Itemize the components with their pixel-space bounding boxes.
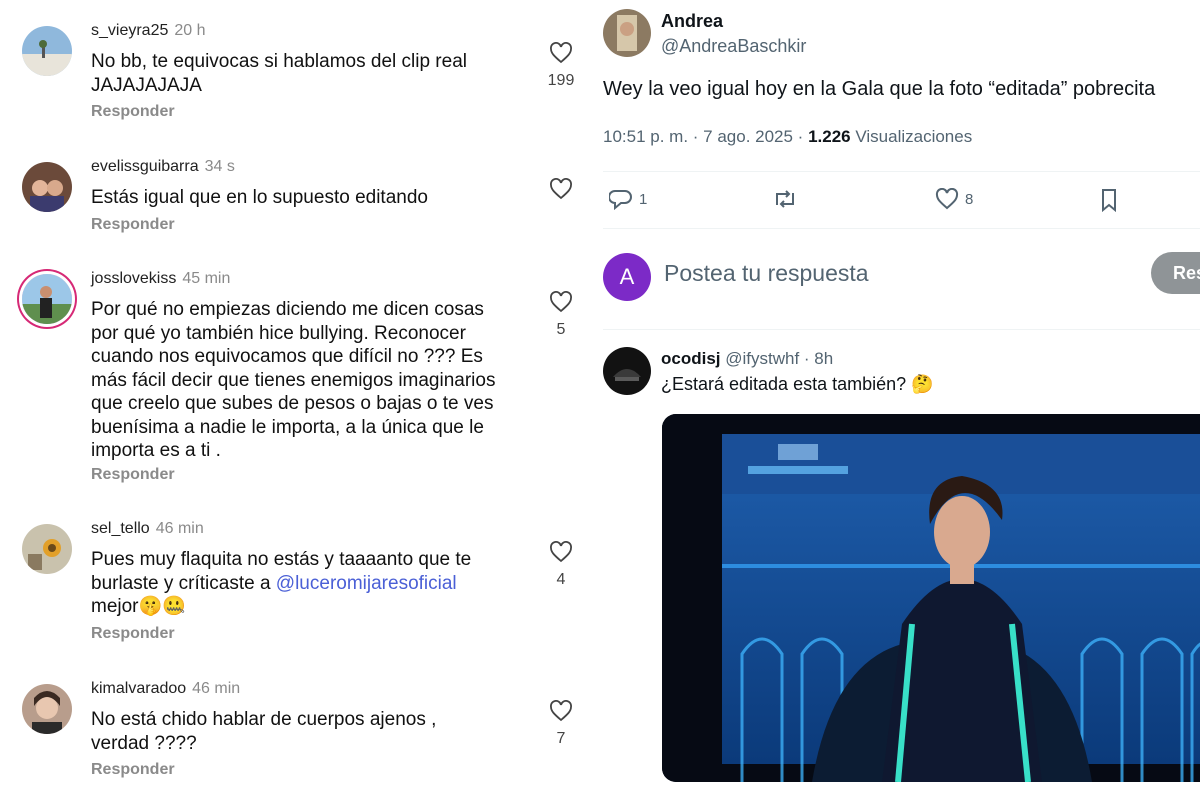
comment-username[interactable]: s_vieyra25: [91, 22, 168, 39]
compose-avatar: A: [603, 253, 651, 301]
comment-line: cuando nos equivocamos que difícil no ??…: [91, 346, 483, 367]
comment-username[interactable]: evelissguibarra: [91, 158, 199, 175]
comment-line-text: burlaste y críticaste a: [91, 572, 276, 594]
reply-input[interactable]: Postea tu respuesta: [664, 260, 869, 287]
reply-button[interactable]: Responder: [91, 625, 175, 643]
like-count: 8: [965, 190, 974, 208]
comment-line: Pues muy flaquita no estás y taaaanto qu…: [91, 549, 472, 570]
comment-text: Por qué no empiezas diciendo me dicen co…: [91, 298, 531, 463]
comment-line: No está chido hablar de cuerpos ajenos ,: [91, 709, 437, 730]
reply-media-image[interactable]: [662, 414, 1200, 782]
comment-line: verdad ????: [91, 732, 197, 754]
comment-line: buenísima a nadie le importa, a la única…: [91, 416, 484, 438]
comment-line: No bb, te equivocas si hablamos del clip…: [91, 51, 467, 72]
comment-time: 46 min: [192, 680, 241, 697]
reply-button[interactable]: Responder: [91, 103, 175, 121]
avatar[interactable]: [22, 274, 72, 324]
heart-icon: [935, 188, 959, 210]
tweet-time[interactable]: 10:51 p. m. · 7 ago. 2025 ·: [603, 127, 808, 146]
retweet-icon: [776, 190, 794, 208]
comment-line: Estás igual que en lo supuesto editando: [91, 187, 428, 208]
avatar[interactable]: [603, 9, 651, 57]
avatar[interactable]: [22, 524, 72, 574]
reply-submit-button[interactable]: Res: [1151, 252, 1200, 294]
comment-line: importa es a ti .: [91, 440, 221, 461]
divider: [603, 171, 1200, 172]
comment-text: No está chido hablar de cuerpos ajenos ,…: [91, 708, 531, 755]
comment-line: mejor🤫🤐: [91, 596, 186, 617]
comment-username[interactable]: sel_tello: [91, 520, 150, 537]
reply-action[interactable]: 1: [609, 188, 647, 210]
comment-text: Estás igual que en lo supuesto editando: [91, 186, 531, 210]
like-count: 199: [547, 72, 575, 89]
heart-icon[interactable]: [549, 541, 573, 563]
avatar[interactable]: [22, 684, 72, 734]
comment-header: s_vieyra25 20 h: [91, 22, 206, 40]
retweet-action[interactable]: [772, 188, 798, 210]
views-label: Visualizaciones: [850, 127, 973, 146]
reply-author-handle[interactable]: @ifystwhf · 8h: [725, 349, 833, 368]
tweet-panel: Andrea @AndreaBaschkir Wey la veo igual …: [592, 0, 1200, 795]
comment-icon: [609, 190, 632, 210]
comment-header: kimalvaradoo 46 min: [91, 680, 240, 698]
comment-line: por qué yo también hice bullying. Recono…: [91, 322, 466, 344]
heart-icon[interactable]: [549, 178, 573, 200]
comment-time: 46 min: [155, 520, 204, 537]
comments-panel: s_vieyra25 20 h No bb, te equivocas si ha…: [0, 0, 592, 795]
comment-text: Pues muy flaquita no estás y taaaanto qu…: [91, 548, 531, 619]
mention-link[interactable]: @luceromijaresoficial: [276, 573, 457, 594]
comment-line: burlaste y críticaste a @luceromijaresof…: [91, 572, 531, 596]
tweet-author-name[interactable]: Andrea: [661, 11, 723, 32]
bookmark-action[interactable]: [1098, 188, 1120, 212]
comment-line: más fácil decir que tienes enemigos imag…: [91, 369, 496, 391]
comment-time: 45 min: [182, 270, 231, 287]
comment-header: evelissguibarra 34 s: [91, 158, 235, 176]
like-count: 5: [556, 321, 566, 338]
like-action[interactable]: 8: [935, 188, 973, 210]
comment-username[interactable]: kimalvaradoo: [91, 680, 186, 697]
like-count: 7: [556, 730, 566, 747]
heart-icon[interactable]: [549, 291, 573, 313]
tweet-text: Wey la veo igual hoy en la Gala que la f…: [603, 78, 1156, 100]
reply-author: ocodisj @ifystwhf · 8h: [661, 349, 833, 369]
comment-header: sel_tello 46 min: [91, 520, 204, 538]
heart-icon[interactable]: [549, 700, 573, 722]
reply-author-name[interactable]: ocodisj: [661, 349, 721, 368]
views-count: 1.226: [808, 127, 851, 146]
reply-button[interactable]: Responder: [91, 216, 175, 234]
reply-button[interactable]: Responder: [91, 761, 175, 779]
comment-username[interactable]: josslovekiss: [91, 270, 176, 287]
comment-text: No bb, te equivocas si hablamos del clip…: [91, 50, 531, 97]
avatar[interactable]: [603, 347, 651, 395]
comment-time: 34 s: [204, 158, 235, 175]
heart-icon[interactable]: [549, 42, 573, 64]
bookmark-icon: [1102, 189, 1116, 212]
comment-line: que creelo que subes de pesos o bajas o …: [91, 393, 494, 414]
comment-line: JAJAJAJAJA: [91, 74, 202, 96]
divider: [603, 329, 1200, 330]
divider: [603, 228, 1200, 229]
tweet-author-handle[interactable]: @AndreaBaschkir: [661, 36, 806, 57]
comment-time: 20 h: [174, 22, 206, 39]
avatar[interactable]: [22, 26, 72, 76]
tweet-meta: 10:51 p. m. · 7 ago. 2025 · 1.226 Visual…: [603, 127, 972, 147]
reply-text: ¿Estará editada esta también? 🤔: [661, 374, 934, 394]
reply-count: 1: [639, 190, 648, 208]
comment-header: josslovekiss 45 min: [91, 270, 230, 288]
comment-line: Por qué no empiezas diciendo me dicen co…: [91, 299, 484, 320]
avatar[interactable]: [22, 162, 72, 212]
reply-button[interactable]: Responder: [91, 466, 175, 484]
like-count: 4: [556, 571, 566, 588]
